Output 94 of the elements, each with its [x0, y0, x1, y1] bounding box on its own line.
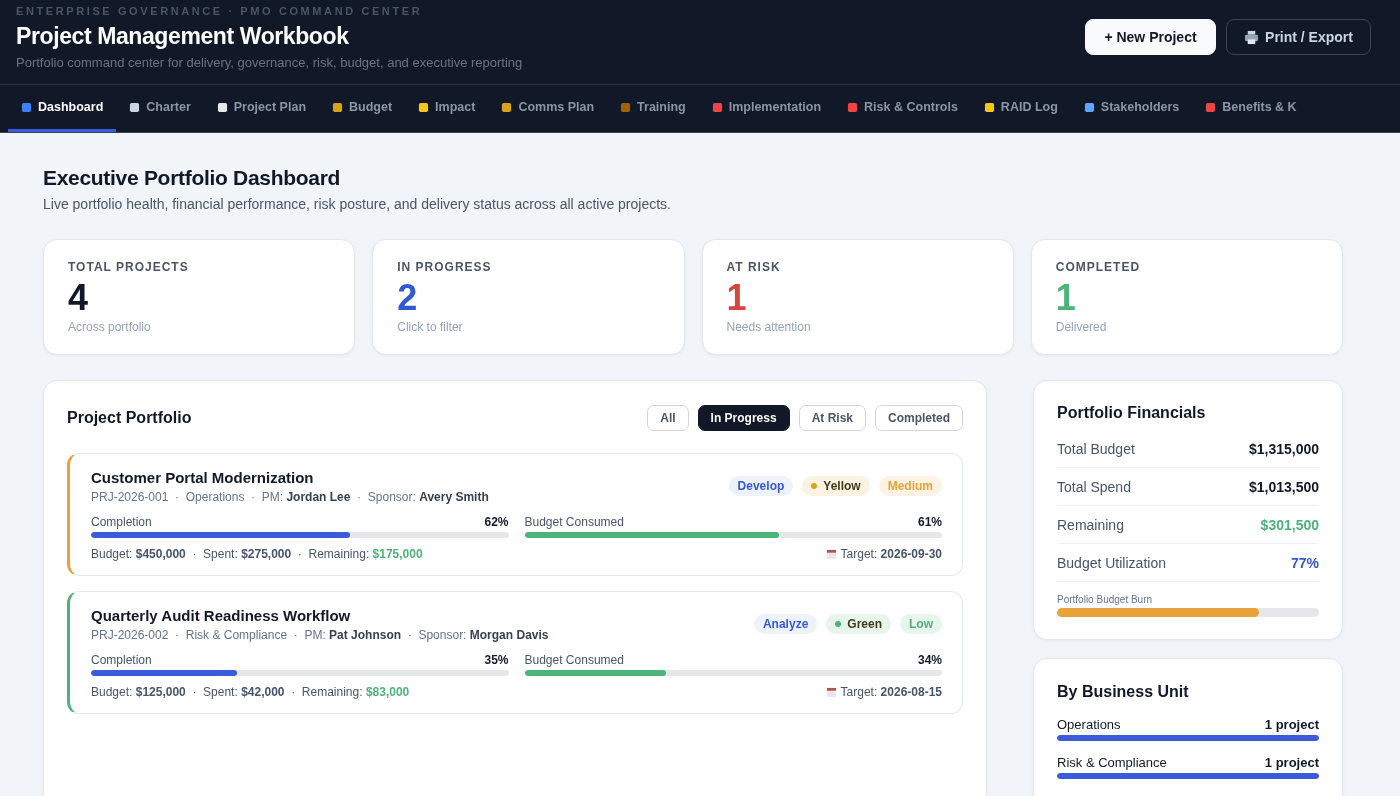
tab-icon — [620, 101, 632, 113]
stat-label: AT RISK — [726, 260, 782, 274]
stat-label: TOTAL PROJECTS — [68, 260, 190, 274]
financial-value: $301,500 — [1260, 517, 1319, 533]
filter-button[interactable]: At Risk — [798, 405, 866, 431]
section-title: Project Portfolio — [67, 409, 192, 427]
print-export-button[interactable]: Print / Export — [1226, 19, 1371, 55]
meter-reading: 34% — [917, 653, 942, 667]
nav-tab[interactable]: Benefits & K — [1192, 85, 1310, 132]
project-meta: PRJ-2026-002 · Risk & Compliance · PM: Pat Johnson · Sponsor: Morgan Davis — [91, 628, 549, 642]
tab-icon — [847, 101, 859, 113]
app-title: Project Management Workbook — [16, 23, 350, 50]
financial-value: $1,013,500 — [1248, 479, 1319, 495]
stat-label: IN PROGRESS — [397, 260, 493, 274]
stat-card[interactable]: IN PROGRESS 2 Click to filter — [372, 239, 685, 355]
stat-note: Needs attention — [726, 320, 812, 334]
target-date: Target: 2026-09-30 — [840, 547, 942, 561]
nav-tab[interactable]: Comms Plan — [488, 85, 608, 132]
nav-tab[interactable]: Training — [607, 85, 699, 132]
filter-button[interactable]: Completed — [875, 405, 963, 431]
tab-icon — [21, 101, 32, 113]
meter-label: Completion — [91, 515, 152, 529]
status-badge: Green — [826, 614, 891, 634]
meter-label: Completion — [91, 653, 152, 667]
app-subtitle: Portfolio command center for delivery, governance, risk, budget, and executive reporting — [16, 55, 523, 70]
meter-label: Budget Consumed — [524, 653, 624, 667]
meter-reading: 61% — [917, 515, 942, 529]
section-title: Portfolio Financials — [1057, 404, 1207, 422]
stat-note: Across portfolio — [68, 320, 152, 334]
stat-card[interactable]: TOTAL PROJECTS 4 Across portfolio — [43, 239, 356, 355]
unit-label: Operations — [1057, 717, 1121, 732]
nav-tab[interactable]: Budget — [319, 85, 406, 132]
unit-count: 1 project — [1264, 755, 1319, 770]
budget-summary: Budget: $450,000 · Spent: $275,000 · Remaining: $175,000 — [91, 547, 423, 561]
target-date: Target: 2026-08-15 — [840, 685, 942, 699]
nav-tab[interactable]: Dashboard — [8, 85, 117, 132]
stat-card[interactable]: COMPLETED 1 Delivered — [1030, 239, 1343, 355]
financial-label: Remaining — [1057, 517, 1124, 533]
nav-tab[interactable]: Charter — [116, 85, 204, 132]
calendar-icon — [825, 686, 837, 698]
project-meta: PRJ-2026-001 · Operations · PM: Jordan Lee · Sponsor: Avery Smith — [91, 490, 489, 504]
financial-label: Budget Utilization — [1057, 555, 1166, 571]
nav-tab[interactable]: Risk & Controls — [834, 85, 971, 132]
page-title: Executive Portfolio Dashboard — [43, 166, 342, 190]
printer-icon — [1244, 29, 1260, 45]
unit-label: Risk & Compliance — [1057, 755, 1167, 770]
meter-label: Budget Consumed — [524, 515, 624, 529]
nav-tab[interactable]: Impact — [405, 85, 489, 132]
filter-button[interactable]: In Progress — [697, 405, 790, 431]
meter-reading: 35% — [484, 653, 509, 667]
tab-icon — [216, 101, 228, 113]
nav-tab[interactable]: Implementation — [698, 85, 835, 132]
project-card[interactable] — [67, 453, 963, 576]
phase-badge: Develop — [728, 476, 794, 496]
project-card[interactable] — [67, 591, 963, 714]
calendar-icon — [825, 548, 837, 560]
nav-tab[interactable]: Stakeholders — [1070, 85, 1193, 132]
meter-reading: 62% — [484, 515, 509, 529]
header-eyebrow: ENTERPRISE GOVERNANCE · PMO COMMAND CENTER — [16, 5, 424, 17]
filter-button[interactable]: All — [647, 405, 689, 431]
stat-value: 2 — [397, 278, 419, 318]
nav-tab[interactable]: RAID Log — [970, 85, 1071, 132]
risk-badge: Medium — [878, 476, 942, 496]
tab-icon — [501, 101, 513, 113]
new-project-button[interactable]: + New Project — [1085, 19, 1216, 55]
stat-value: 4 — [68, 278, 90, 318]
stat-note: Delivered — [1055, 320, 1108, 334]
tab-icon — [983, 101, 995, 113]
budget-summary: Budget: $125,000 · Spent: $42,000 · Remaining: $83,000 — [91, 685, 410, 699]
phase-badge: Analyze — [753, 614, 818, 634]
financial-value: $1,315,000 — [1248, 441, 1319, 457]
stat-note: Click to filter — [397, 320, 464, 334]
unit-count: 1 project — [1264, 717, 1319, 732]
project-name: Quarterly Audit Readiness Workflow — [91, 607, 352, 624]
nav-tab[interactable]: Project Plan — [203, 85, 319, 132]
stat-value: 1 — [1055, 278, 1077, 318]
tab-icon — [129, 101, 141, 113]
page-subtitle: Live portfolio health, financial performance, risk posture, and delivery status across all active projects. — [43, 196, 672, 212]
risk-badge: Low — [900, 614, 942, 634]
financial-label: Total Spend — [1057, 479, 1131, 495]
stat-card[interactable]: AT RISK 1 Needs attention — [701, 239, 1014, 355]
tab-icon — [332, 101, 343, 113]
tab-icon — [418, 101, 430, 113]
financial-value: 77% — [1290, 555, 1319, 571]
tab-icon — [1205, 101, 1217, 113]
tab-icon — [1083, 101, 1095, 113]
section-title: By Business Unit — [1057, 683, 1190, 701]
status-badge: Yellow — [802, 476, 870, 496]
tab-icon — [711, 101, 723, 113]
stat-value: 1 — [726, 278, 748, 318]
project-name: Customer Portal Modernization — [91, 469, 315, 486]
financial-label: Total Budget — [1057, 441, 1135, 457]
stat-label: COMPLETED — [1055, 260, 1142, 274]
burn-label: Portfolio Budget Burn — [1057, 594, 1154, 605]
